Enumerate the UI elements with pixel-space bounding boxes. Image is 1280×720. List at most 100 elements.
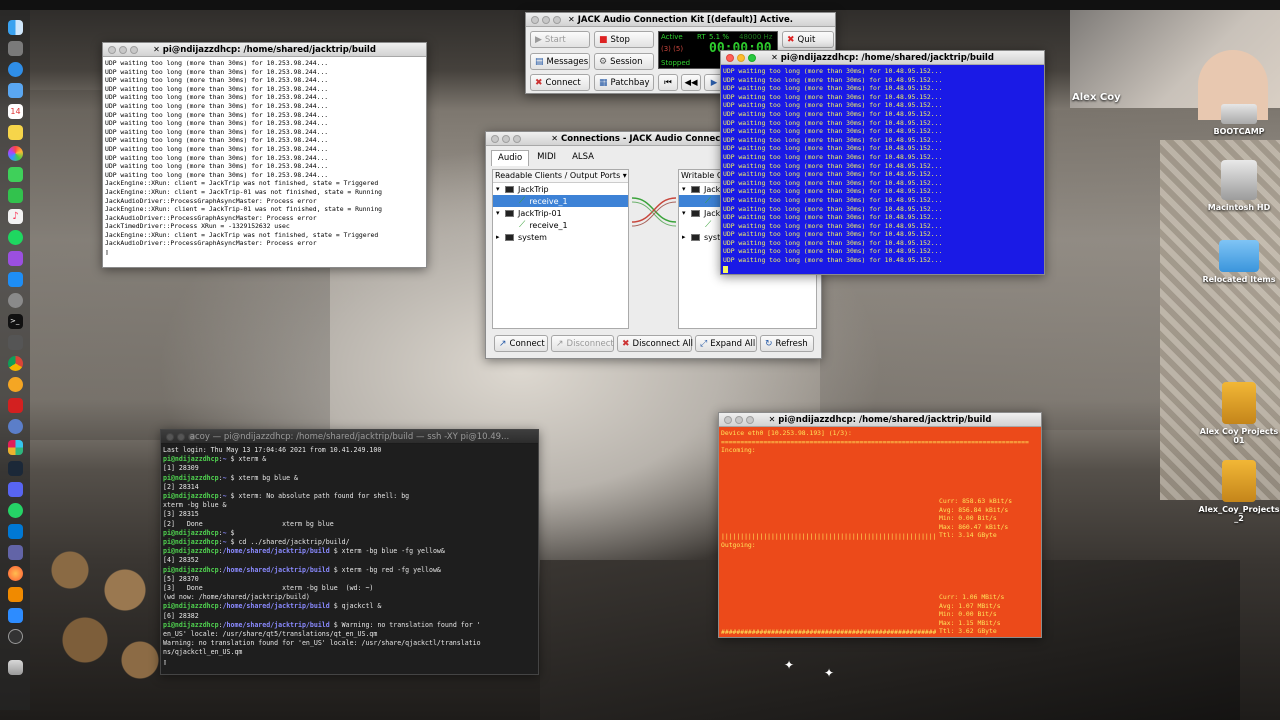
collapse-arrow-icon[interactable]: ▾ <box>682 209 691 217</box>
messages-icon[interactable] <box>8 167 23 182</box>
backward-button[interactable]: ◀◀ <box>681 74 701 91</box>
tab-alsa[interactable]: ALSA <box>564 150 602 166</box>
minimize-button[interactable] <box>502 134 510 143</box>
minimize-button[interactable] <box>177 432 185 441</box>
teams-icon[interactable] <box>8 545 23 560</box>
tools-icon[interactable] <box>8 335 23 350</box>
spotify-icon[interactable] <box>8 230 23 245</box>
podcasts-icon[interactable] <box>8 251 23 266</box>
compass-icon[interactable] <box>8 377 23 392</box>
collapse-arrow-icon[interactable]: ▾ <box>682 185 691 193</box>
terminal-output[interactable]: UDP waiting too long (more than 30ms) fo… <box>721 65 1044 274</box>
disconnect-button[interactable]: ↗ Disconnect <box>551 335 614 352</box>
client-row[interactable]: ▾ JackTrip <box>493 183 628 195</box>
close-button[interactable] <box>531 15 539 24</box>
facetime-icon[interactable] <box>8 188 23 203</box>
messages-button[interactable]: ▤ Messages <box>530 53 590 70</box>
steam-icon[interactable] <box>8 461 23 476</box>
discord-icon[interactable] <box>8 482 23 497</box>
session-button[interactable]: ⚙ Session <box>594 53 654 70</box>
music-icon[interactable]: ♪ <box>8 209 23 224</box>
title-bar[interactable]: ✕ JACK Audio Connection Kit [(default)] A… <box>526 13 835 27</box>
launchpad-icon[interactable] <box>8 41 23 56</box>
desktop-icon-bootcamp[interactable]: BOOTCAMP <box>1194 104 1280 136</box>
notes-icon[interactable] <box>8 125 23 140</box>
zoom-button[interactable] <box>553 15 561 24</box>
appstore-icon[interactable] <box>8 272 23 287</box>
close-button[interactable] <box>108 45 116 54</box>
finder-icon[interactable] <box>8 20 23 35</box>
quit-button[interactable]: ✖ Quit <box>782 31 834 48</box>
connect-button[interactable]: ↗ Connect <box>494 335 548 352</box>
clock-icon[interactable] <box>8 629 23 644</box>
desktop-icon-macintosh-hd[interactable]: Macintosh HD <box>1194 160 1280 212</box>
title-bar[interactable]: acoy — pi@ndijazzdhcp: /home/shared/jack… <box>161 430 538 444</box>
safari-icon[interactable] <box>8 62 23 77</box>
rewind-button[interactable]: ⏮ <box>658 74 678 91</box>
close-button[interactable] <box>726 53 734 62</box>
xterm-window-blue[interactable]: ✕ pi@ndijazzdhcp: /home/shared/jacktrip/b… <box>720 50 1045 275</box>
expand-all-button[interactable]: ⤢ Expand All <box>695 335 757 352</box>
zoom-button[interactable] <box>746 415 754 424</box>
client-row[interactable]: ▸ system <box>493 231 628 243</box>
vlc-icon[interactable] <box>8 587 23 602</box>
terminal-line: UDP waiting too long (more than 30ms) fo… <box>723 195 943 204</box>
settings-icon[interactable] <box>8 293 23 308</box>
xterm-window-top[interactable]: ✕ pi@ndijazzdhcp: /home/shared/jacktrip/b… <box>102 42 427 268</box>
bandwidth-monitor[interactable]: Device eth0 [10.253.98.193] (1/3): =====… <box>719 427 1041 637</box>
readable-ports-list[interactable]: Readable Clients / Output Ports ▾ ▾ JackT… <box>492 169 629 329</box>
trash-icon[interactable] <box>8 660 23 675</box>
minimize-button[interactable] <box>119 45 127 54</box>
start-button[interactable]: ▶ Start <box>530 31 590 48</box>
zoom-icon[interactable] <box>8 608 23 623</box>
collapse-arrow-icon[interactable]: ▾ <box>496 209 505 217</box>
terminal-output[interactable]: UDP waiting too long (more than 30ms) fo… <box>103 57 426 267</box>
title-bar[interactable]: ✕ pi@ndijazzdhcp: /home/shared/jacktrip/b… <box>721 51 1044 65</box>
readable-header[interactable]: Readable Clients / Output Ports ▾ <box>493 170 628 183</box>
patchbay-button[interactable]: ▦ Patchbay <box>594 74 654 91</box>
expand-arrow-icon[interactable]: ▸ <box>682 233 691 241</box>
expand-arrow-icon[interactable]: ▸ <box>496 233 505 241</box>
minimize-button[interactable] <box>735 415 743 424</box>
whatsapp-icon[interactable] <box>8 503 23 518</box>
desktop-icon-alex-coy-projects-01[interactable]: Alex Coy Projects 01 <box>1194 382 1280 445</box>
vscode-icon[interactable] <box>8 524 23 539</box>
firefox-icon[interactable] <box>8 566 23 581</box>
calendar-icon[interactable]: 14 <box>8 104 23 119</box>
close-button[interactable] <box>166 432 174 441</box>
client-icon <box>691 209 700 217</box>
client-row[interactable]: ▾ JackTrip-01 <box>493 207 628 219</box>
mail-icon[interactable] <box>8 83 23 98</box>
readable-tree[interactable]: ▾ JackTrip ⟋ receive_1 ▾ JackTrip-01 ⟋ receive_… <box>493 183 628 243</box>
network-icon[interactable] <box>8 419 23 434</box>
minimize-button[interactable] <box>542 15 550 24</box>
port-row[interactable]: ⟋ receive_1 <box>493 195 628 207</box>
close-button[interactable] <box>491 134 499 143</box>
terminal-output[interactable]: Last login: Thu May 13 17:04:46 2021 fro… <box>161 444 538 674</box>
connect-button[interactable]: ✖ Connect <box>530 74 590 91</box>
photos-icon[interactable] <box>8 146 23 161</box>
desktop-icon-alex-coy-projects-2[interactable]: Alex_Coy_Projects _2 <box>1194 460 1280 523</box>
ssh-terminal-window[interactable]: acoy — pi@ndijazzdhcp: /home/shared/jack… <box>160 429 539 675</box>
acrobat-icon[interactable] <box>8 398 23 413</box>
collapse-arrow-icon[interactable]: ▾ <box>496 185 505 193</box>
tab-midi[interactable]: MIDI <box>529 150 564 166</box>
port-row[interactable]: ⟋ receive_1 <box>493 219 628 231</box>
zoom-button[interactable] <box>748 53 756 62</box>
zoom-button[interactable] <box>513 134 521 143</box>
tab-audio[interactable]: Audio <box>491 150 530 166</box>
minimize-button[interactable] <box>737 53 745 62</box>
zoom-button[interactable] <box>188 432 196 441</box>
refresh-button[interactable]: ↻ Refresh <box>760 335 814 352</box>
close-button[interactable] <box>724 415 732 424</box>
title-bar[interactable]: ✕ pi@ndijazzdhcp: /home/shared/jacktrip/b… <box>719 413 1041 427</box>
disconnect-all-button[interactable]: ✖ Disconnect All <box>617 335 693 352</box>
zoom-button[interactable] <box>130 45 138 54</box>
stop-button[interactable]: ■ Stop <box>594 31 654 48</box>
chrome-icon[interactable] <box>8 356 23 371</box>
desktop-icon-relocated-items[interactable]: Relocated Items <box>1194 240 1280 284</box>
xterm-window-red[interactable]: ✕ pi@ndijazzdhcp: /home/shared/jacktrip/b… <box>718 412 1042 638</box>
terminal-icon[interactable]: >_ <box>8 314 23 329</box>
title-bar[interactable]: ✕ pi@ndijazzdhcp: /home/shared/jacktrip/b… <box>103 43 426 57</box>
slack-icon[interactable] <box>8 440 23 455</box>
